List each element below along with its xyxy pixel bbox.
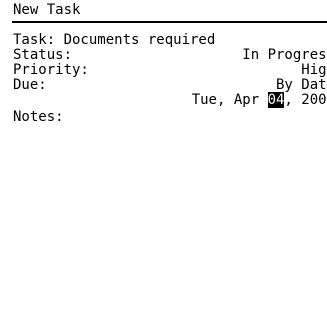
priority-label: Priority: [13,62,89,78]
date-day-selected[interactable]: 04 [267,92,285,108]
title-bar: New Task [0,0,327,21]
notes-field[interactable]: Notes: [12,109,327,125]
status-label: Status: [13,47,73,63]
screen-title: New Task [13,2,81,18]
date-suffix: , 2000 [284,92,327,108]
task-form: Task: Documents required Status: In Prog… [12,23,327,305]
task-text[interactable]: Task: Documents required [13,32,215,48]
due-field[interactable]: Due: By Date [12,77,327,93]
status-field[interactable]: Status: In Progress [12,47,327,63]
priority-field[interactable]: Priority: High [12,62,327,78]
due-value[interactable]: By Date [276,77,327,93]
status-value[interactable]: In Progress [242,47,327,63]
task-field[interactable]: Task: Documents required [12,32,327,48]
due-date-field[interactable]: Tue, Apr 04, 2000 [12,92,327,108]
priority-value[interactable]: High [301,62,327,78]
due-date-value[interactable]: Tue, Apr 04, 2000 [192,92,327,108]
bottom-strip [0,305,327,326]
date-prefix: Tue, Apr [191,92,268,108]
notes-label: Notes: [13,109,64,125]
device-screen: New Task Task: Documents required Status… [0,0,327,326]
due-label: Due: [13,77,47,93]
